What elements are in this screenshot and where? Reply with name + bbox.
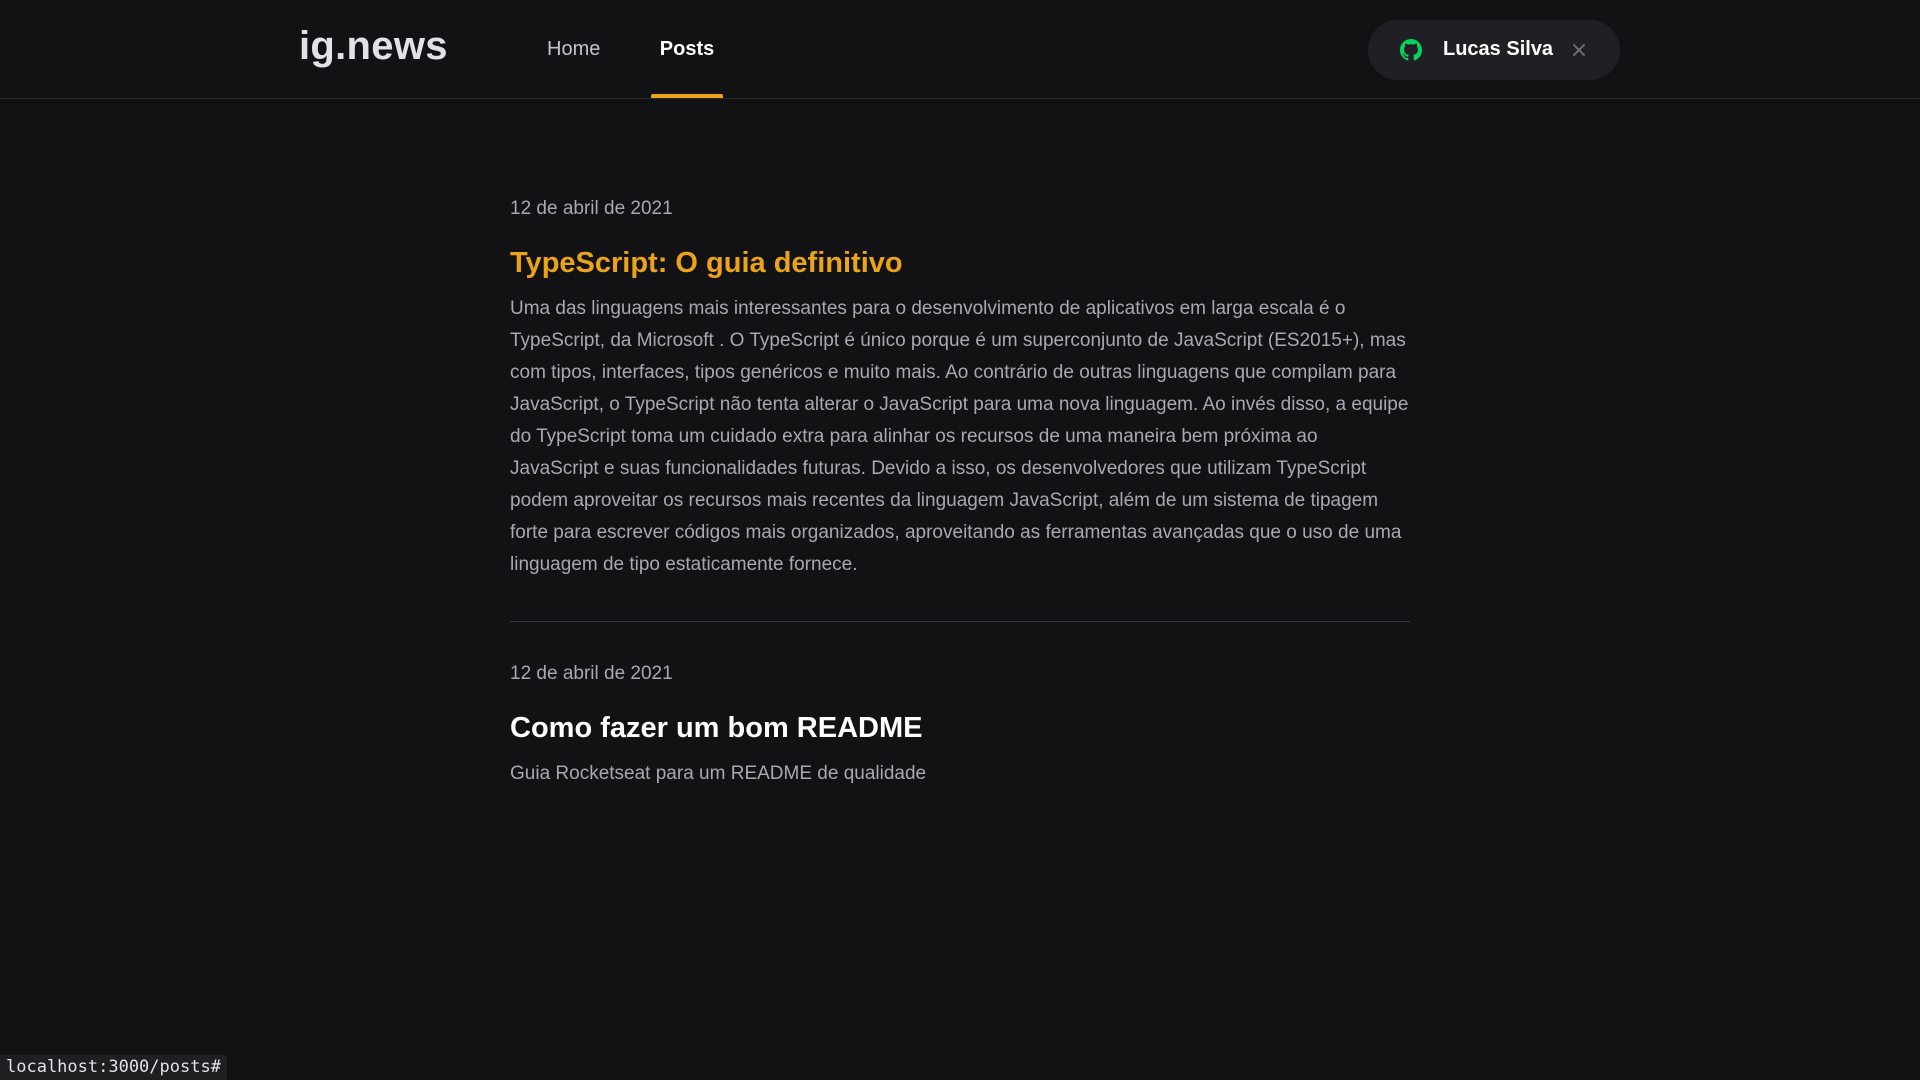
post-item[interactable]: 12 de abril de 2021 Como fazer um bom RE…: [510, 660, 1410, 790]
post-title[interactable]: Como fazer um bom README: [510, 710, 1410, 746]
post-date: 12 de abril de 2021: [510, 198, 673, 219]
post-item[interactable]: 12 de abril de 2021 TypeScript: O guia d…: [510, 195, 1410, 581]
post-title[interactable]: TypeScript: O guia definitivo: [510, 245, 1410, 281]
nav-home-link[interactable]: Home: [547, 0, 600, 99]
active-nav-indicator: [651, 94, 723, 98]
user-signout-button[interactable]: Lucas Silva: [1368, 20, 1620, 80]
user-name: Lucas Silva: [1443, 38, 1554, 60]
posts-list: 12 de abril de 2021 TypeScript: O guia d…: [510, 195, 1410, 790]
site-logo[interactable]: ig.news: [299, 24, 448, 69]
site-header: ig.news Home Posts Lucas Silva: [0, 0, 1920, 99]
github-icon: [1400, 39, 1422, 61]
post-date: 12 de abril de 2021: [510, 663, 673, 684]
post-excerpt: Uma das linguagens mais interessantes pa…: [510, 298, 1409, 575]
nav-posts-link[interactable]: Posts: [651, 0, 723, 99]
post-divider: [510, 621, 1410, 622]
close-icon[interactable]: [1569, 40, 1589, 60]
post-excerpt: Guia Rocketseat para um README de qualid…: [510, 763, 927, 784]
browser-status-url: localhost:3000/posts#: [0, 1055, 227, 1080]
